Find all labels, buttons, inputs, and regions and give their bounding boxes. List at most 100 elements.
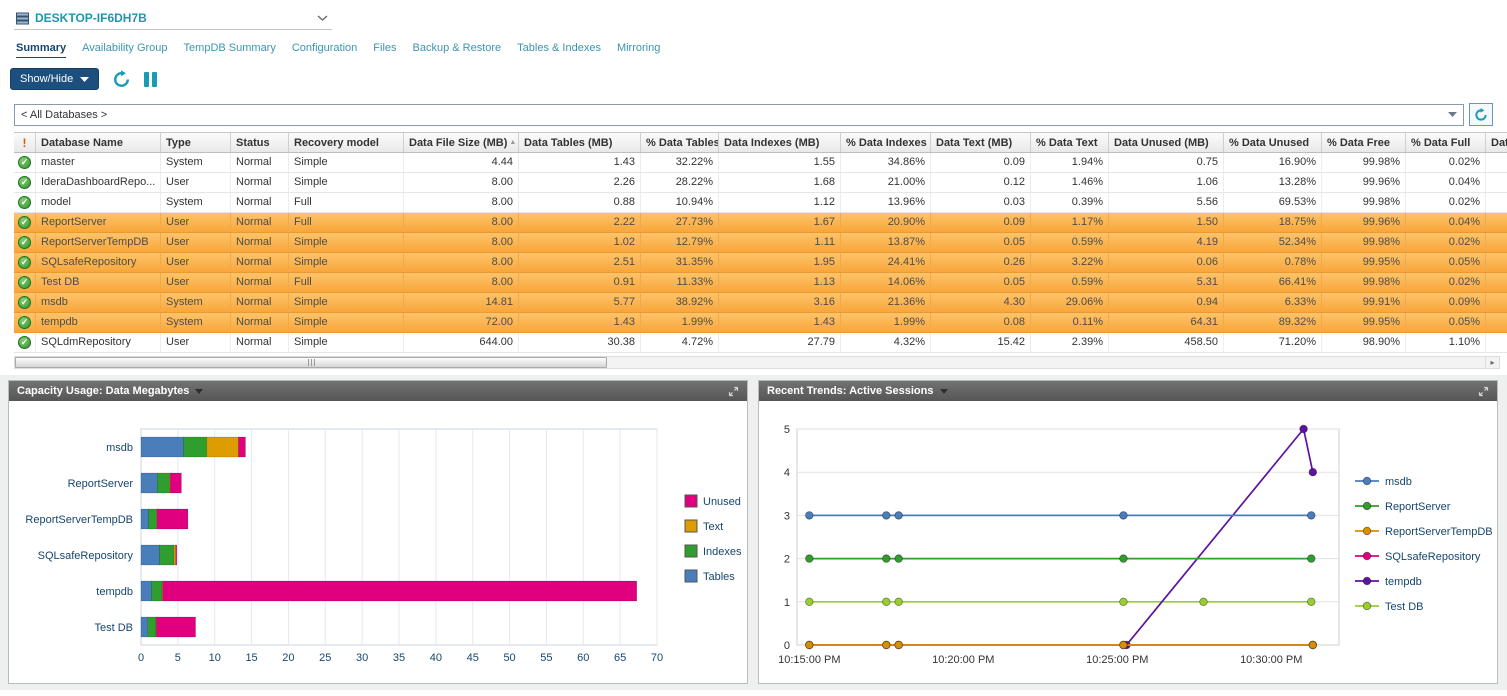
column-header[interactable]: % Data Unused xyxy=(1224,133,1322,152)
refresh-icon xyxy=(1474,108,1488,122)
tab-bar: Summary Availability Group TempDB Summary C… xyxy=(16,42,1507,58)
server-selector[interactable]: DESKTOP-IF6DH7B xyxy=(14,9,332,30)
table-row[interactable]: ✓SQLdmRepositoryUserNormalSimple644.0030… xyxy=(14,333,1507,353)
table-cell: System xyxy=(161,193,231,212)
column-header[interactable]: Dat xyxy=(1486,133,1507,152)
table-cell: 71.20% xyxy=(1224,333,1322,352)
column-header[interactable]: % Data Tables xyxy=(641,133,719,152)
table-cell: 0.94 xyxy=(1109,293,1224,312)
column-header[interactable]: Data File Size (MB)▲ xyxy=(404,133,519,152)
table-row[interactable]: ✓msdbSystemNormalSimple14.815.7738.92%3.… xyxy=(14,293,1507,313)
svg-text:3: 3 xyxy=(784,510,790,522)
table-row[interactable]: ✓tempdbSystemNormalSimple72.001.431.99%1… xyxy=(14,313,1507,333)
table-cell: 8.00 xyxy=(404,253,519,272)
svg-text:10:30:00 PM: 10:30:00 PM xyxy=(1240,654,1302,666)
svg-text:5: 5 xyxy=(175,652,181,664)
table-cell: Normal xyxy=(231,193,289,212)
tab-files[interactable]: Files xyxy=(373,42,396,58)
table-row[interactable]: ✓Test DBUserNormalFull8.000.9111.33%1.13… xyxy=(14,273,1507,293)
panel-collapse-icon[interactable] xyxy=(728,386,739,397)
table-cell: 5.56 xyxy=(1109,193,1224,212)
sort-ascending-icon: ▲ xyxy=(509,139,516,146)
table-row[interactable]: ✓ReportServerUserNormalFull8.002.2227.73… xyxy=(14,213,1507,233)
column-header[interactable]: Database Name xyxy=(36,133,161,152)
column-header[interactable]: Data Indexes (MB) xyxy=(719,133,841,152)
table-cell: 34.86% xyxy=(841,153,931,172)
table-row[interactable]: ✓modelSystemNormalFull8.000.8810.94%1.12… xyxy=(14,193,1507,213)
table-cell: 10.94% xyxy=(641,193,719,212)
table-row[interactable]: ✓masterSystemNormalSimple4.441.4332.22%1… xyxy=(14,153,1507,173)
svg-text:10:20:00 PM: 10:20:00 PM xyxy=(932,654,994,666)
tab-tempdb-summary[interactable]: TempDB Summary xyxy=(184,42,276,58)
table-cell: 0.75 xyxy=(1109,153,1224,172)
column-header[interactable]: % Data Text xyxy=(1031,133,1109,152)
panel-menu-caret-icon[interactable] xyxy=(940,389,948,394)
table-row[interactable]: ✓ReportServerTempDBUserNormalSimple8.001… xyxy=(14,233,1507,253)
capacity-usage-panel: Capacity Usage: Data Megabytes 051015202… xyxy=(8,380,748,684)
column-header[interactable]: Status xyxy=(231,133,289,152)
table-cell xyxy=(1486,233,1507,252)
column-header[interactable]: % Data Free xyxy=(1322,133,1406,152)
table-header-row: !Database NameTypeStatusRecovery modelDa… xyxy=(14,132,1507,153)
table-cell: 4.19 xyxy=(1109,233,1224,252)
column-header[interactable]: Recovery model xyxy=(289,133,404,152)
show-hide-button[interactable]: Show/Hide xyxy=(10,68,99,90)
column-header[interactable]: Data Unused (MB) xyxy=(1109,133,1224,152)
table-cell xyxy=(1486,293,1507,312)
tab-availability-group[interactable]: Availability Group xyxy=(82,42,167,58)
table-cell: 4.44 xyxy=(404,153,519,172)
row-status-cell: ✓ xyxy=(14,273,36,292)
table-cell: Full xyxy=(289,213,404,232)
table-cell: User xyxy=(161,233,231,252)
panel-menu-caret-icon[interactable] xyxy=(195,389,203,394)
table-cell: 0.11% xyxy=(1031,313,1109,332)
svg-text:ReportServer: ReportServer xyxy=(68,478,134,490)
databases-table: !Database NameTypeStatusRecovery modelDa… xyxy=(14,132,1507,353)
table-cell: 27.73% xyxy=(641,213,719,232)
column-header[interactable]: % Data Full xyxy=(1406,133,1486,152)
tab-summary[interactable]: Summary xyxy=(16,42,66,58)
status-ok-icon: ✓ xyxy=(18,196,31,209)
table-cell: User xyxy=(161,173,231,192)
table-cell: 6.33% xyxy=(1224,293,1322,312)
column-header[interactable]: Data Tables (MB) xyxy=(519,133,641,152)
table-cell: 1.13 xyxy=(719,273,841,292)
tab-tables-indexes[interactable]: Tables & Indexes xyxy=(517,42,601,58)
pause-icon[interactable] xyxy=(144,72,157,87)
svg-text:40: 40 xyxy=(430,652,442,664)
column-header[interactable]: Data Text (MB) xyxy=(931,133,1031,152)
scrollbar-thumb[interactable] xyxy=(15,357,607,368)
table-cell: 24.41% xyxy=(841,253,931,272)
table-row[interactable]: ✓IderaDashboardRepo...UserNormalSimple8.… xyxy=(14,173,1507,193)
scrollbar-right-arrow[interactable]: ▸ xyxy=(1485,357,1499,368)
table-row[interactable]: ✓SQLsafeRepositoryUserNormalSimple8.002.… xyxy=(14,253,1507,273)
grid-refresh-button[interactable] xyxy=(1469,103,1493,126)
table-cell: IderaDashboardRepo... xyxy=(36,173,161,192)
horizontal-scrollbar[interactable]: ▸ xyxy=(14,356,1500,369)
table-cell xyxy=(1486,153,1507,172)
table-cell: 1.10% xyxy=(1406,333,1486,352)
table-cell: 1.55 xyxy=(719,153,841,172)
database-filter-dropdown[interactable]: < All Databases > xyxy=(14,104,1464,126)
alert-column-header[interactable]: ! xyxy=(14,133,36,152)
table-cell: 0.09 xyxy=(931,153,1031,172)
table-cell: 1.67 xyxy=(719,213,841,232)
panel-collapse-icon[interactable] xyxy=(1478,386,1489,397)
svg-text:2: 2 xyxy=(784,554,790,566)
tab-mirroring[interactable]: Mirroring xyxy=(617,42,660,58)
table-cell: 31.35% xyxy=(641,253,719,272)
column-header[interactable]: Type xyxy=(161,133,231,152)
tab-configuration[interactable]: Configuration xyxy=(292,42,357,58)
table-cell: 20.90% xyxy=(841,213,931,232)
status-ok-icon: ✓ xyxy=(18,156,31,169)
refresh-icon[interactable] xyxy=(112,70,131,89)
table-cell: 21.00% xyxy=(841,173,931,192)
table-cell: 1.94% xyxy=(1031,153,1109,172)
table-cell: 13.87% xyxy=(841,233,931,252)
tab-backup-restore[interactable]: Backup & Restore xyxy=(413,42,502,58)
svg-text:ReportServerTempDB: ReportServerTempDB xyxy=(25,514,133,526)
table-cell: 21.36% xyxy=(841,293,931,312)
column-header[interactable]: % Data Indexes xyxy=(841,133,931,152)
svg-text:SQLsafeRepository: SQLsafeRepository xyxy=(1385,551,1481,563)
table-cell: 1.99% xyxy=(641,313,719,332)
